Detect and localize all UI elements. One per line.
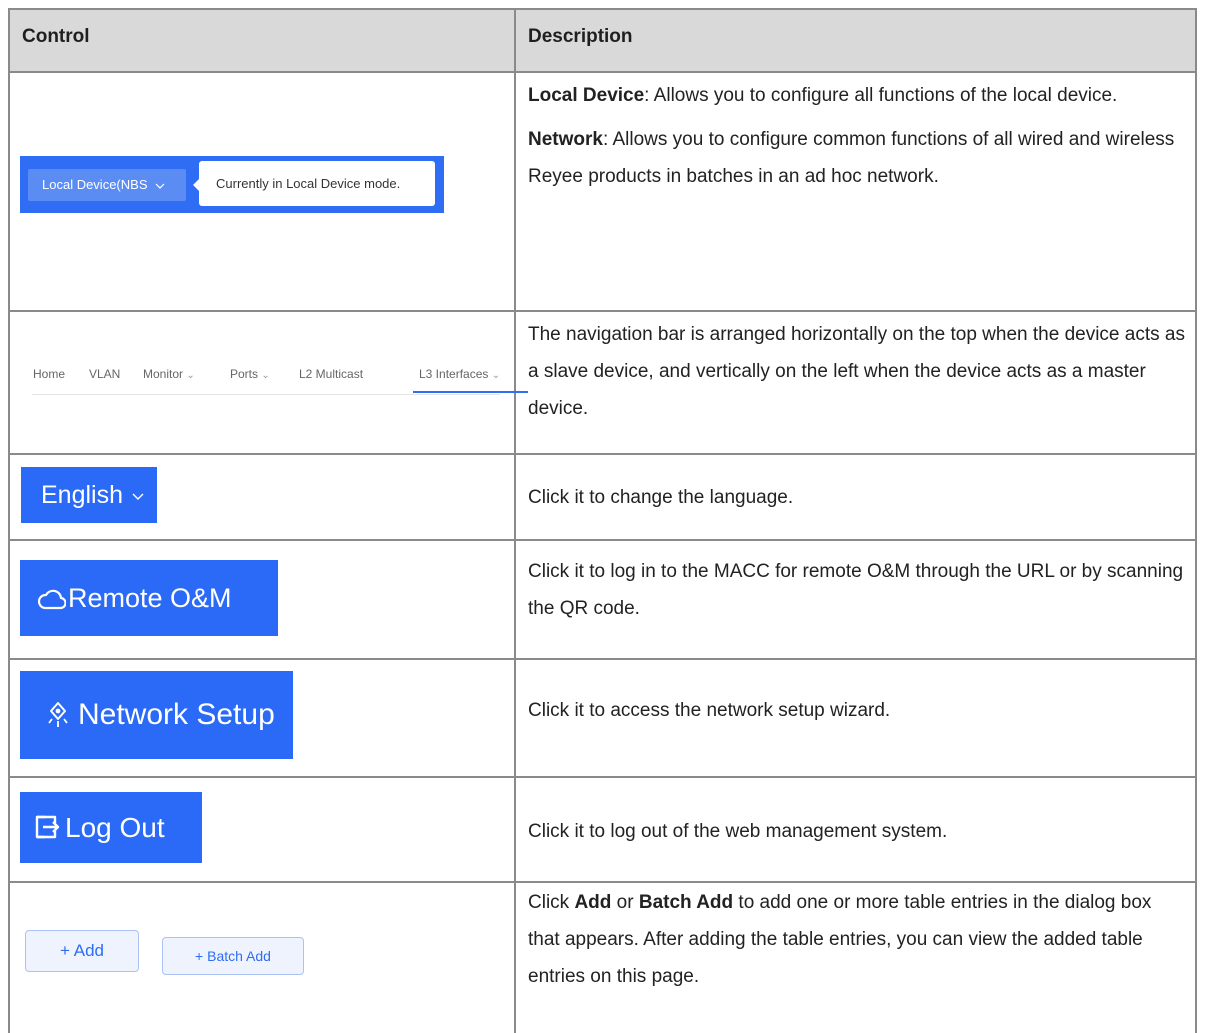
desc-remote-om: Click it to log in to the MACC for remot… [528, 561, 1184, 619]
nav-item-ports[interactable]: Ports ⌄ [230, 367, 270, 381]
mode-tooltip: Currently in Local Device mode. [199, 161, 435, 206]
chevron-down-icon [132, 493, 144, 500]
remote-om-button[interactable]: Remote O&M [20, 560, 278, 636]
local-device-control: Local Device(NBS Currently in Local Devi… [20, 156, 444, 213]
desc-local-device: : Allows you to configure all functions … [644, 85, 1118, 106]
term-local-device: Local Device [528, 85, 645, 106]
log-out-label: Log Out [65, 812, 165, 843]
term-batch-add: Batch Add [638, 892, 734, 913]
batch-add-button[interactable]: + Batch Add [162, 937, 304, 975]
language-text: English [41, 481, 123, 509]
row-divider [8, 776, 1197, 778]
row-1-description: Local Device: Allows you to configure al… [528, 77, 1188, 195]
row-divider [8, 881, 1197, 883]
row-5-description: Click it to access the network setup wiz… [528, 692, 1188, 729]
chevron-down-icon: ⌄ [491, 370, 501, 381]
local-device-label: Local Device(NBS [42, 177, 148, 192]
row-4-description: Click it to log in to the MACC for remot… [528, 553, 1188, 627]
logout-icon [35, 815, 60, 839]
chevron-down-icon: ⌄ [186, 370, 195, 381]
desc-navigation: The navigation bar is arranged horizonta… [528, 324, 1185, 419]
header-cell-description: Description [516, 10, 1195, 71]
add-button[interactable]: + Add [25, 930, 139, 972]
chevron-down-icon: ⌄ [261, 370, 270, 381]
row-3-description: Click it to change the language. [528, 479, 1188, 516]
nav-label: Monitor [143, 367, 184, 381]
row-divider [8, 8, 1197, 10]
term-add: Add [574, 892, 612, 913]
row-divider [8, 658, 1197, 660]
row-divider [8, 539, 1197, 541]
nav-item-l2-multicast[interactable]: L2 Multicast [299, 367, 363, 381]
desc-text: or [611, 892, 639, 913]
log-out-button[interactable]: Log Out [20, 792, 202, 863]
network-setup-button[interactable]: Network Setup [20, 671, 293, 759]
nav-item-home[interactable]: Home [33, 367, 65, 381]
col-divider [1195, 8, 1197, 1033]
desc-log-out: Click it to log out of the web managemen… [528, 821, 948, 842]
desc-network: : Allows you to configure common functio… [528, 129, 1175, 187]
nav-item-l3-interfaces[interactable]: L3 Interfaces ⌄ [419, 367, 500, 381]
nav-label: Ports [230, 367, 259, 381]
header-cell-control: Control [10, 10, 514, 71]
desc-language: Click it to change the language. [528, 487, 794, 508]
navigation-bar: Home VLAN Monitor ⌄ Ports ⌄ L2 Multicast… [32, 362, 528, 395]
nav-item-vlan[interactable]: VLAN [89, 367, 120, 381]
desc-network-setup: Click it to access the network setup wiz… [528, 700, 891, 721]
active-tab-indicator [413, 391, 528, 393]
network-setup-label: Network Setup [78, 698, 275, 731]
row-divider [8, 453, 1197, 455]
rocket-icon [48, 702, 68, 727]
row-2-description: The navigation bar is arranged horizonta… [528, 316, 1188, 427]
term-network: Network [528, 129, 603, 150]
desc-text: Click [528, 892, 575, 913]
remote-om-label: Remote O&M [68, 583, 232, 613]
row-7-description: Click Add or Batch Add to add one or mor… [528, 884, 1188, 995]
row-6-description: Click it to log out of the web managemen… [528, 813, 1188, 850]
chevron-down-icon [155, 183, 165, 189]
col-divider [514, 8, 516, 1033]
desc-add: Click Add or Batch Add to add one or mor… [528, 884, 1188, 995]
col-divider [8, 8, 10, 1033]
header-control: Control [22, 26, 90, 47]
row-divider [8, 71, 1197, 73]
nav-item-monitor[interactable]: Monitor ⌄ [143, 367, 195, 381]
local-device-dropdown[interactable]: Local Device(NBS [28, 169, 186, 201]
nav-label: L3 Interfaces [419, 367, 489, 381]
header-description: Description [528, 26, 633, 47]
cloud-icon [38, 589, 66, 610]
row-divider [8, 310, 1197, 312]
language-label: English [41, 467, 144, 523]
language-dropdown[interactable]: English [21, 467, 157, 523]
